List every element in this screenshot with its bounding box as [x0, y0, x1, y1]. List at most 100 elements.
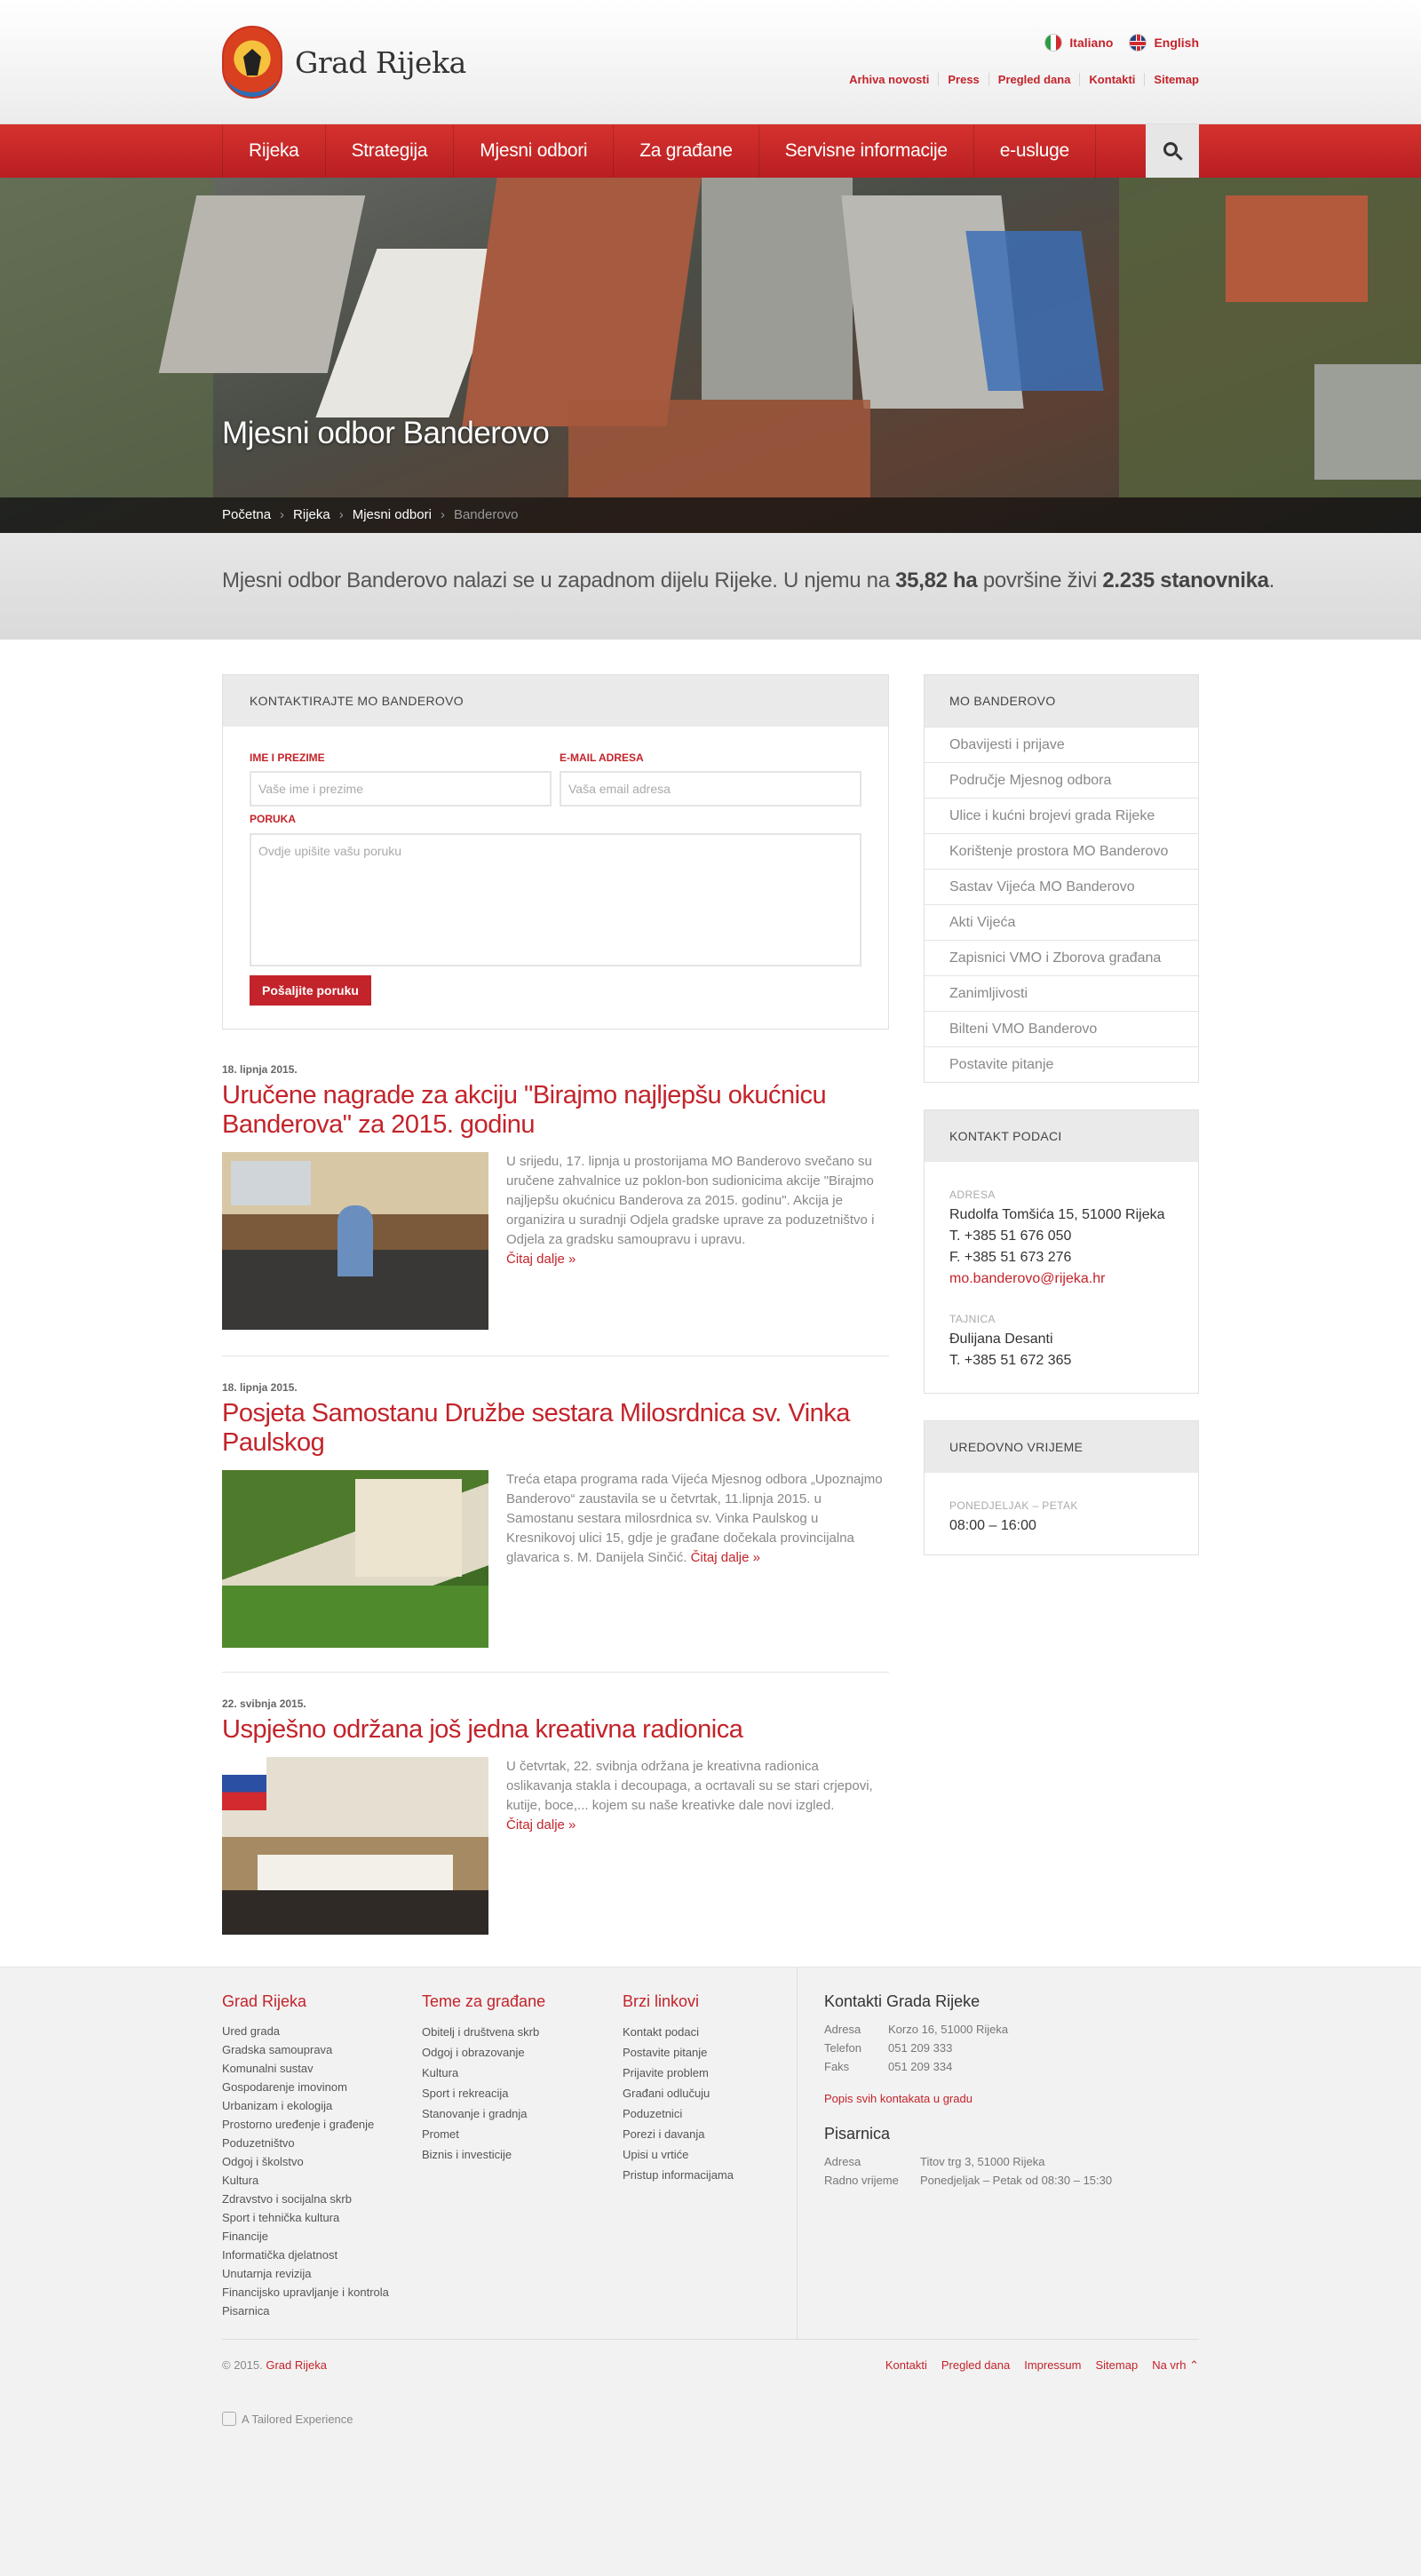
intro-text-part: površine živi: [977, 568, 1103, 592]
nav-mjesni-odbori[interactable]: Mjesni odbori: [454, 124, 615, 178]
breadcrumb-rijeka[interactable]: Rijeka: [293, 507, 330, 522]
footer-link[interactable]: Pisarnica: [222, 2302, 389, 2320]
read-more-link[interactable]: Čitaj dalje »: [691, 1550, 760, 1565]
nav-servisne-informacije[interactable]: Servisne informacije: [759, 124, 974, 178]
footer-link[interactable]: Informatička djelatnost: [222, 2246, 389, 2264]
hours-value: 08:00 – 16:00: [949, 1518, 1036, 1533]
menu-item-zanimljivosti[interactable]: Zanimljivosti: [925, 975, 1198, 1011]
article-title[interactable]: Uspješno održana još jedna kreativna rad…: [222, 1715, 889, 1745]
article-title[interactable]: Uručene nagrade za akciju "Birajmo najlj…: [222, 1081, 889, 1140]
menu-item-sastav-vijeca[interactable]: Sastav Vijeća MO Banderovo: [925, 869, 1198, 904]
footer-link-sitemap[interactable]: Sitemap: [1096, 2358, 1139, 2373]
footer-link[interactable]: Odgoj i školstvo: [222, 2152, 389, 2171]
main-column: KONTAKTIRAJTE MO BANDEROVO IME I PREZIME…: [222, 674, 889, 1957]
footer-link[interactable]: Komunalni sustav: [222, 2059, 389, 2078]
footer-link[interactable]: Prostorno uređenje i građenje: [222, 2115, 389, 2134]
footer-link[interactable]: Biznis i investicije: [422, 2144, 545, 2165]
footer-link[interactable]: Prijavite problem: [623, 2063, 734, 2083]
footer-link-kontakti[interactable]: Kontakti: [885, 2358, 927, 2373]
news-article: 18. lipnja 2015. Posjeta Samostanu Družb…: [222, 1381, 889, 1673]
read-more-link[interactable]: Čitaj dalje »: [506, 1252, 576, 1267]
link-pregled-dana[interactable]: Pregled dana: [988, 73, 1080, 86]
footer-link[interactable]: Urbanizam i ekologija: [222, 2096, 389, 2115]
menu-item-obavijesti[interactable]: Obavijesti i prijave: [925, 727, 1198, 762]
footer-link[interactable]: Financijsko upravljanje i kontrola: [222, 2283, 389, 2302]
lang-italiano[interactable]: Italiano: [1044, 34, 1113, 52]
article-text: U srijedu, 17. lipnja u prostorijama MO …: [506, 1154, 875, 1247]
article-date: 18. lipnja 2015.: [222, 1063, 298, 1076]
footer-link[interactable]: Pristup informacijama: [623, 2165, 734, 2185]
menu-item-koristenje-prostora[interactable]: Korištenje prostora MO Banderovo: [925, 833, 1198, 869]
name-input[interactable]: Vaše ime i prezime: [250, 771, 552, 807]
footer-link[interactable]: Financije: [222, 2227, 389, 2246]
article-excerpt: U četvrtak, 22. svibnja održana je kreat…: [506, 1757, 888, 1935]
search-button[interactable]: [1146, 124, 1199, 178]
all-contacts-link[interactable]: Popis svih kontakata u gradu: [824, 2092, 1197, 2105]
intro-population: 2.235 stanovnika: [1102, 568, 1269, 592]
footer-link[interactable]: Zdravstvo i socijalna skrb: [222, 2190, 389, 2208]
footer-link[interactable]: Porezi i davanja: [623, 2124, 734, 2144]
copyright-link[interactable]: Grad Rijeka: [266, 2358, 327, 2372]
read-more-link[interactable]: Čitaj dalje »: [506, 1817, 576, 1833]
article-title[interactable]: Posjeta Samostanu Družbe sestara Milosrd…: [222, 1399, 889, 1458]
nav-strategija[interactable]: Strategija: [326, 124, 455, 178]
email-input[interactable]: Vaša email adresa: [560, 771, 861, 807]
menu-item-zapisnici[interactable]: Zapisnici VMO i Zborova građana: [925, 940, 1198, 975]
footer-link[interactable]: Građani odlučuju: [623, 2083, 734, 2103]
footer-link[interactable]: Odgoj i obrazovanje: [422, 2042, 545, 2063]
send-message-button[interactable]: Pošaljite poruku: [250, 975, 371, 1006]
nav-za-gradane[interactable]: Za građane: [614, 124, 759, 178]
contact-value: 051 209 334: [888, 2060, 953, 2073]
footer-link[interactable]: Gradska samouprava: [222, 2040, 389, 2059]
footer-link[interactable]: Postavite pitanje: [623, 2042, 734, 2063]
footer-link[interactable]: Poduzetništvo: [222, 2134, 389, 2152]
contact-value: Titov trg 3, 51000 Rijeka: [920, 2155, 1045, 2168]
contact-row: Radno vrijeme Ponedjeljak – Petak od 08:3…: [824, 2171, 1197, 2190]
footer-link[interactable]: Ured grada: [222, 2022, 389, 2040]
menu-item-bilteni[interactable]: Bilteni VMO Banderovo: [925, 1011, 1198, 1046]
footer-link[interactable]: Unutarnja revizija: [222, 2264, 389, 2283]
menu-item-ulice[interactable]: Ulice i kućni brojevi grada Rijeke: [925, 798, 1198, 833]
site-logo[interactable]: Grad Rijeka: [222, 26, 466, 99]
footer-link[interactable]: Kontakt podaci: [623, 2022, 734, 2042]
footer-link[interactable]: Poduzetnici: [623, 2103, 734, 2124]
email-link[interactable]: mo.banderovo@rijeka.hr: [949, 1268, 1173, 1290]
menu-item-postavite-pitanje[interactable]: Postavite pitanje: [925, 1046, 1198, 1082]
article-text: U četvrtak, 22. svibnja održana je kreat…: [506, 1759, 873, 1813]
footer-link[interactable]: Gospodarenje imovinom: [222, 2078, 389, 2096]
menu-item-podrucje[interactable]: Područje Mjesnog odbora: [925, 762, 1198, 798]
link-press[interactable]: Press: [938, 73, 988, 86]
footer-link[interactable]: Sport i rekreacija: [422, 2083, 545, 2103]
footer-link-impressum[interactable]: Impressum: [1024, 2358, 1081, 2373]
article-excerpt: Treća etapa programa rada Vijeća Mjesnog…: [506, 1470, 888, 1648]
footer-link[interactable]: Upisi u vrtiće: [623, 2144, 734, 2165]
footer-link[interactable]: Sport i tehnička kultura: [222, 2208, 389, 2227]
footer-link[interactable]: Promet: [422, 2124, 545, 2144]
footer-link[interactable]: Kultura: [222, 2171, 389, 2190]
article-photo-monastery[interactable]: [222, 1470, 488, 1648]
site-footer: Grad Rijeka Ured grada Gradska samouprav…: [0, 1967, 1421, 2576]
back-to-top-link[interactable]: Na vrh ⌃: [1152, 2358, 1199, 2373]
footer-link[interactable]: Kultura: [422, 2063, 545, 2083]
breadcrumb-pocetna[interactable]: Početna: [222, 507, 271, 522]
article-photo-workshop[interactable]: [222, 1757, 488, 1935]
contacts-title: Kontakti Grada Rijeke: [824, 1992, 980, 2010]
footer-link[interactable]: Stanovanje i gradnja: [422, 2103, 545, 2124]
nav-e-usluge[interactable]: e-usluge: [974, 124, 1096, 178]
credit[interactable]: A Tailored Experience: [222, 2412, 353, 2426]
page-title: Mjesni odbor Banderovo: [222, 416, 550, 450]
intro-section: Mjesni odbor Banderovo nalazi se u zapad…: [0, 533, 1421, 640]
message-textarea[interactable]: Ovdje upišite vašu poruku: [250, 833, 861, 966]
breadcrumb-mjesni-odbori[interactable]: Mjesni odbori: [353, 507, 432, 522]
nav-rijeka[interactable]: Rijeka: [223, 124, 326, 178]
link-arhiva-novosti[interactable]: Arhiva novosti: [840, 73, 938, 86]
footer-link-pregled-dana[interactable]: Pregled dana: [941, 2358, 1010, 2373]
menu-item-akti-vijeca[interactable]: Akti Vijeća: [925, 904, 1198, 940]
link-sitemap[interactable]: Sitemap: [1144, 73, 1199, 86]
footer-link[interactable]: Obitelj i društvena skrb: [422, 2022, 545, 2042]
article-photo-meeting[interactable]: [222, 1152, 488, 1330]
lang-english[interactable]: English: [1129, 34, 1199, 52]
link-kontakti[interactable]: Kontakti: [1079, 73, 1144, 86]
hero-photo-roof: [965, 231, 1104, 391]
footer-bottom-divider: [222, 2339, 1199, 2340]
